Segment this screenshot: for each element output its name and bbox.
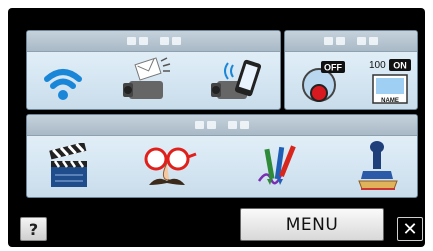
menu-button-label: MENU xyxy=(285,214,339,235)
record-off-badge: OFF xyxy=(324,63,342,73)
record-off-icon[interactable]: OFF xyxy=(299,59,349,107)
pens-icon[interactable] xyxy=(253,141,301,193)
help-button[interactable]: ? xyxy=(20,217,47,241)
effects-panel xyxy=(26,114,418,198)
menu-button[interactable]: MENU xyxy=(240,208,384,241)
recording-panel-header xyxy=(285,31,417,52)
clapperboard-icon[interactable] xyxy=(47,143,93,191)
recording-panel: OFF 100 ON NAME xyxy=(284,30,418,110)
help-button-label: ? xyxy=(28,219,39,239)
name-card-status: ON xyxy=(393,61,407,71)
camera-send-icon[interactable] xyxy=(123,57,173,105)
wireless-panel-header xyxy=(27,31,280,52)
close-icon: ✕ xyxy=(402,218,418,240)
effects-panel-header xyxy=(27,115,417,136)
wifi-icon[interactable] xyxy=(43,63,83,103)
name-card-icon[interactable]: 100 ON NAME xyxy=(367,57,415,109)
name-card-counter: 100 xyxy=(369,60,386,71)
name-card-label: NAME xyxy=(381,98,399,104)
close-button[interactable]: ✕ xyxy=(397,217,423,241)
camera-menu-screen: OFF 100 ON NAME ? MENU ✕ xyxy=(8,8,425,247)
glasses-mustache-icon[interactable] xyxy=(139,145,197,193)
stamp-icon[interactable] xyxy=(355,139,401,195)
wireless-panel xyxy=(26,30,281,110)
camera-smartphone-icon[interactable] xyxy=(211,57,263,105)
